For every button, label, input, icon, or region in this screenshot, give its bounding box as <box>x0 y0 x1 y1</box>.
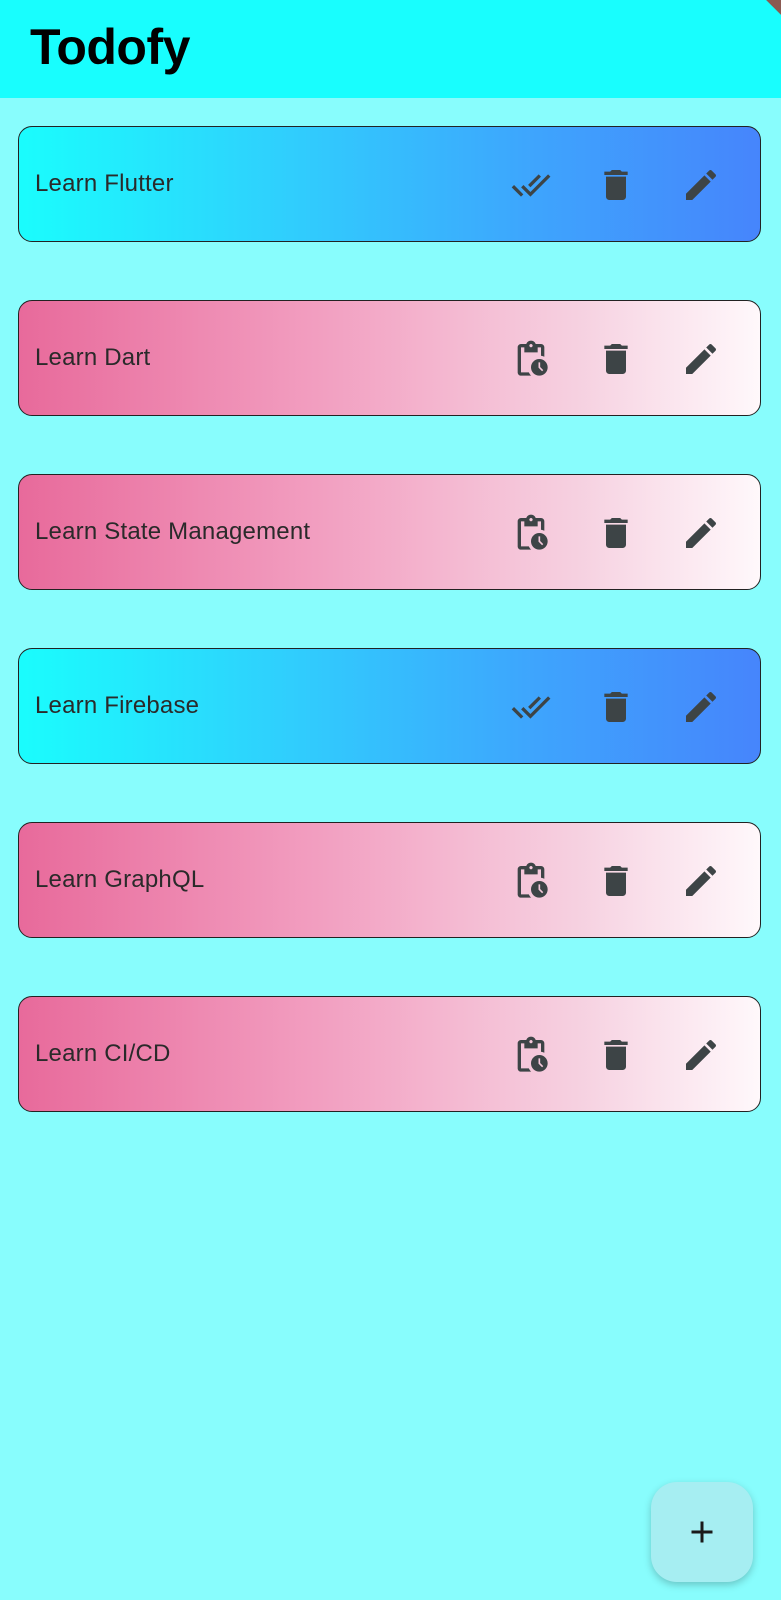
edit-icon <box>686 169 717 200</box>
delete-icon <box>604 344 628 374</box>
delete-button[interactable] <box>596 513 636 553</box>
edit-button[interactable] <box>681 861 721 901</box>
todo-title: Learn CI/CD <box>35 1040 171 1067</box>
delete-icon <box>604 692 628 722</box>
pending-actions-icon <box>517 862 548 898</box>
edit-icon <box>686 343 717 374</box>
todo-card[interactable]: Learn State Management <box>18 474 761 590</box>
add-todo-button[interactable] <box>651 1482 753 1582</box>
toggle-status-button[interactable] <box>511 513 551 553</box>
todo-card[interactable]: Learn Flutter <box>18 126 761 242</box>
delete-button[interactable] <box>596 861 636 901</box>
edit-button[interactable] <box>681 687 721 727</box>
delete-button[interactable] <box>596 1035 636 1075</box>
edit-icon <box>686 865 717 896</box>
edit-icon <box>686 1039 717 1070</box>
pending-actions-icon <box>517 1036 548 1072</box>
edit-icon <box>686 691 717 722</box>
toggle-status-button[interactable] <box>511 861 551 901</box>
toggle-status-button[interactable] <box>511 687 551 727</box>
edit-button[interactable] <box>681 165 721 205</box>
todo-title: Learn Firebase <box>35 692 200 719</box>
pending-actions-icon <box>517 514 548 550</box>
pending-actions-icon <box>517 340 548 376</box>
done-all-icon <box>511 174 551 197</box>
app-title: Todofy <box>30 19 190 75</box>
toggle-status-button[interactable] <box>511 165 551 205</box>
delete-icon <box>604 1040 628 1070</box>
app-bar: Todofy <box>0 0 781 98</box>
todo-card[interactable]: Learn CI/CD <box>18 996 761 1112</box>
todo-card[interactable]: Learn GraphQL <box>18 822 761 938</box>
todo-card[interactable]: Learn Firebase <box>18 648 761 764</box>
edit-icon <box>686 517 717 548</box>
todo-card[interactable]: Learn Dart <box>18 300 761 416</box>
todo-title: Learn GraphQL <box>35 866 205 893</box>
toggle-status-button[interactable] <box>511 339 551 379</box>
delete-button[interactable] <box>596 165 636 205</box>
delete-icon <box>604 866 628 896</box>
delete-icon <box>604 518 628 548</box>
edit-button[interactable] <box>681 339 721 379</box>
todo-title: Learn Flutter <box>35 170 174 197</box>
debug-banner <box>741 0 781 40</box>
done-all-icon <box>511 696 551 719</box>
edit-button[interactable] <box>681 1035 721 1075</box>
add-icon <box>691 1521 713 1543</box>
edit-button[interactable] <box>681 513 721 553</box>
delete-button[interactable] <box>596 687 636 727</box>
delete-icon <box>604 170 628 200</box>
delete-button[interactable] <box>596 339 636 379</box>
todo-title: Learn State Management <box>35 518 311 545</box>
todo-title: Learn Dart <box>35 344 151 371</box>
toggle-status-button[interactable] <box>511 1035 551 1075</box>
